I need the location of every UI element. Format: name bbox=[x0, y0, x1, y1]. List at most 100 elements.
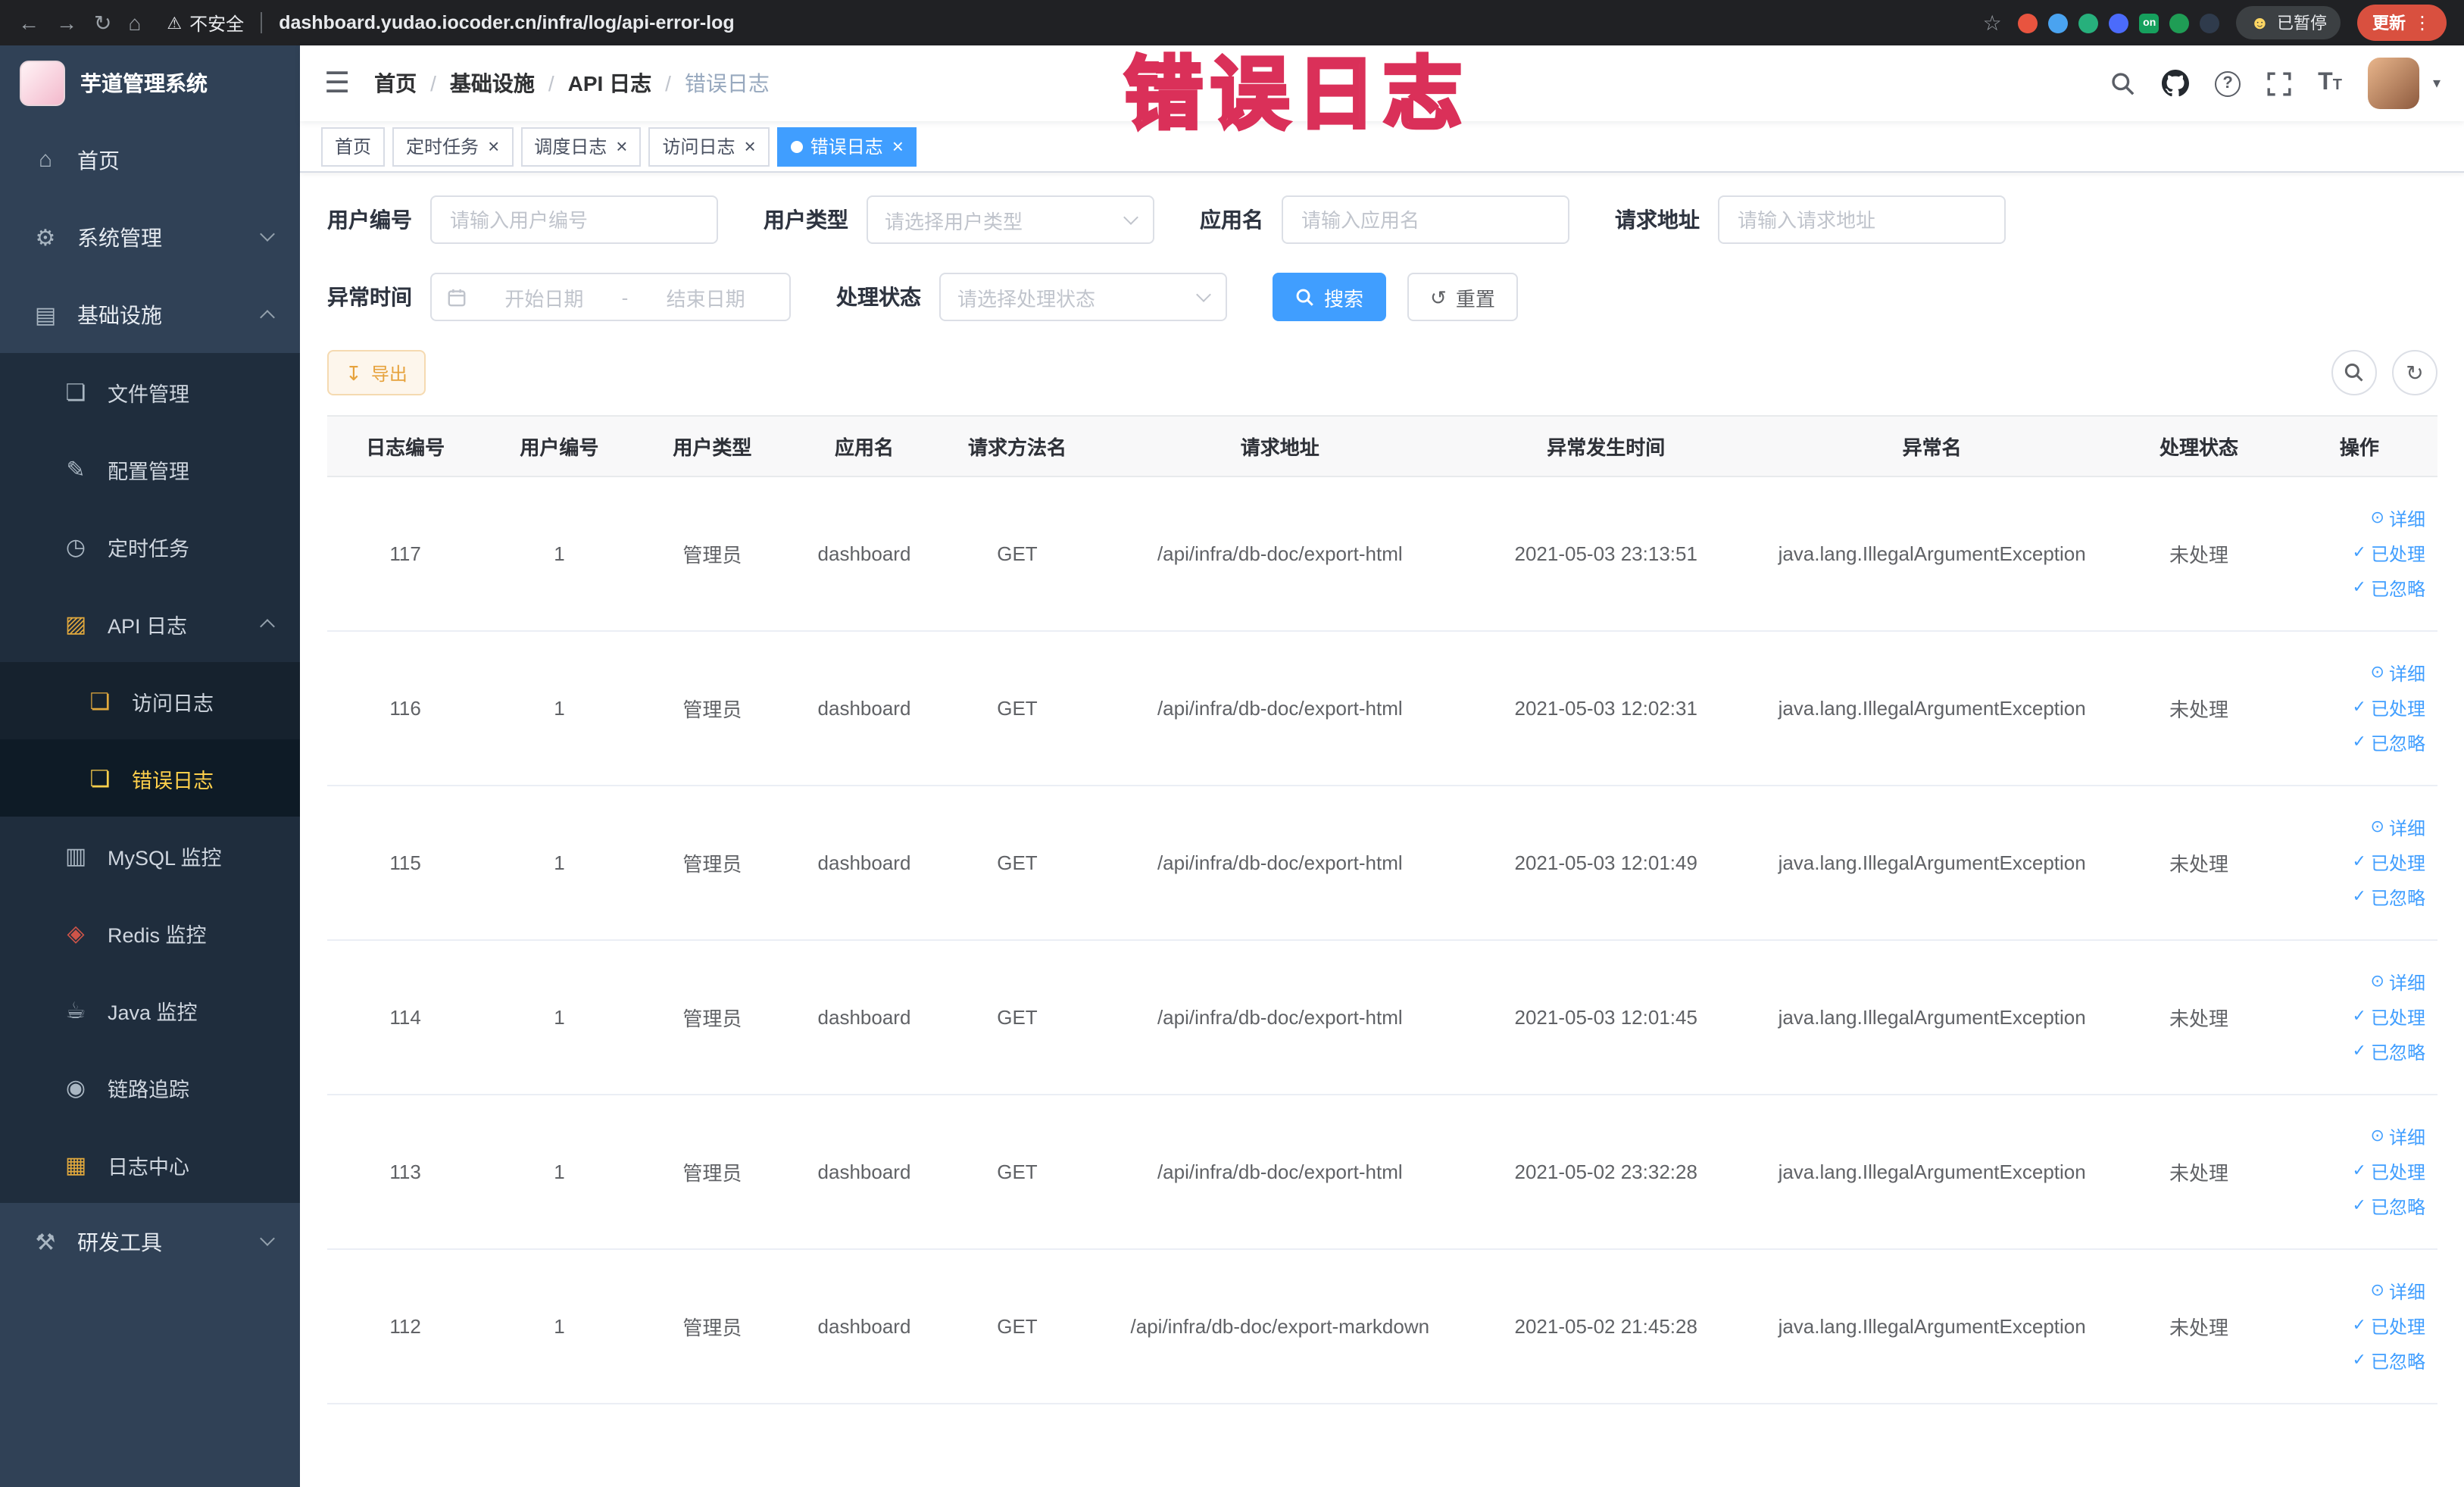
sidebar-item-system[interactable]: ⚙ 系统管理 bbox=[0, 198, 300, 276]
url-text[interactable]: dashboard.yudao.iocoder.cn/infra/log/api… bbox=[279, 12, 734, 33]
refresh-button[interactable]: ↻ bbox=[2392, 350, 2437, 395]
warning-icon: ⚠ bbox=[167, 14, 183, 33]
reset-icon: ↺ bbox=[1430, 286, 1447, 308]
filter-request-url: 请求地址 bbox=[1615, 195, 2006, 244]
export-button[interactable]: ↧ 导出 bbox=[327, 350, 426, 395]
row-action-processed[interactable]: ✓ 已处理 bbox=[2353, 849, 2425, 876]
hamburger-icon[interactable]: ☰ bbox=[324, 69, 350, 98]
close-icon[interactable]: × bbox=[488, 136, 499, 156]
row-action-processed[interactable]: ✓ 已处理 bbox=[2353, 1313, 2425, 1340]
table-cell: 未处理 bbox=[2116, 1095, 2281, 1250]
tab-schedule-log[interactable]: 调度日志 × bbox=[520, 127, 642, 166]
back-icon[interactable]: ← bbox=[18, 12, 39, 33]
sidebar-item-dev-tools[interactable]: ⚒ 研发工具 bbox=[0, 1203, 300, 1280]
tab-cron-task[interactable]: 定时任务 × bbox=[392, 127, 514, 166]
update-button[interactable]: 更新 ⋮ bbox=[2357, 5, 2447, 41]
tab-home[interactable]: 首页 bbox=[321, 127, 386, 166]
extension-icon[interactable] bbox=[2048, 13, 2069, 33]
help-icon[interactable]: ? bbox=[2215, 70, 2241, 96]
row-action-ignore[interactable]: ✓ 已忽略 bbox=[2353, 1193, 2425, 1220]
sidebar-item-mysql-monitor[interactable]: ▥ MySQL 监控 bbox=[0, 817, 300, 894]
filter-user-id: 用户编号 bbox=[327, 195, 718, 244]
sidebar-item-api-log[interactable]: ▨ API 日志 bbox=[0, 585, 300, 662]
font-size-icon[interactable]: TT bbox=[2318, 70, 2342, 95]
extension-icon[interactable]: on bbox=[2139, 13, 2160, 33]
row-action-ignore[interactable]: ✓ 已忽略 bbox=[2353, 729, 2425, 757]
row-action-detail[interactable]: ⊙ 详细 bbox=[2371, 969, 2425, 996]
sidebar-item-error-log[interactable]: ❏ 错误日志 bbox=[0, 739, 300, 817]
reload-icon[interactable]: ↻ bbox=[94, 12, 111, 33]
search-icon[interactable] bbox=[2110, 70, 2136, 96]
row-action-ignore[interactable]: ✓ 已忽略 bbox=[2353, 884, 2425, 911]
fullscreen-icon[interactable] bbox=[2266, 70, 2292, 96]
chevron-down-icon bbox=[1123, 209, 1138, 224]
row-action-detail[interactable]: ⊙ 详细 bbox=[2371, 505, 2425, 533]
breadcrumb-item-home[interactable]: 首页 bbox=[374, 68, 417, 98]
request-url-input[interactable] bbox=[1718, 195, 2006, 244]
reset-button[interactable]: ↺ 重置 bbox=[1407, 273, 1518, 321]
coffee-icon: ☕ bbox=[65, 998, 86, 1023]
sidebar-item-log-center[interactable]: ▦ 日志中心 bbox=[0, 1126, 300, 1203]
tab-error-log[interactable]: 错误日志 × bbox=[776, 127, 917, 166]
row-action-processed[interactable]: ✓ 已处理 bbox=[2353, 1158, 2425, 1186]
user-id-input[interactable] bbox=[430, 195, 718, 244]
breadcrumb-item-infra[interactable]: 基础设施 bbox=[450, 68, 535, 98]
table-cell: 管理员 bbox=[635, 1095, 790, 1250]
row-action-ignore[interactable]: ✓ 已忽略 bbox=[2353, 1039, 2425, 1066]
sidebar-item-access-log[interactable]: ❏ 访问日志 bbox=[0, 662, 300, 739]
security-chip[interactable]: ⚠ 不安全 bbox=[167, 10, 244, 36]
extension-icon[interactable] bbox=[2169, 13, 2190, 33]
user-avatar[interactable] bbox=[2367, 58, 2419, 109]
search-toggle-button[interactable] bbox=[2331, 350, 2377, 395]
breadcrumb-item-api-log[interactable]: API 日志 bbox=[568, 68, 651, 98]
tab-access-log[interactable]: 访问日志 × bbox=[648, 127, 770, 166]
row-action-processed[interactable]: ✓ 已处理 bbox=[2353, 540, 2425, 567]
row-action-processed[interactable]: ✓ 已处理 bbox=[2353, 1004, 2425, 1031]
browser-menu-icon[interactable]: ⋮ bbox=[2413, 12, 2431, 33]
extension-icon[interactable] bbox=[2018, 13, 2038, 33]
extension-icon[interactable] bbox=[2200, 13, 2220, 33]
bookmark-star-icon[interactable]: ☆ bbox=[1983, 12, 2002, 33]
sidebar-item-trace[interactable]: ◉ 链路追踪 bbox=[0, 1048, 300, 1126]
sidebar-item-cron-task[interactable]: ◷ 定时任务 bbox=[0, 508, 300, 585]
search-button[interactable]: 搜索 bbox=[1273, 273, 1387, 321]
filter-label: 应用名 bbox=[1200, 208, 1263, 232]
sidebar-item-infra[interactable]: ▤ 基础设施 bbox=[0, 276, 300, 353]
sidebar-item-redis-monitor[interactable]: ◈ Redis 监控 bbox=[0, 894, 300, 971]
row-action-processed[interactable]: ✓ 已处理 bbox=[2353, 695, 2425, 722]
paused-badge[interactable]: ☻ 已暂停 bbox=[2236, 6, 2341, 39]
row-action-detail[interactable]: ⊙ 详细 bbox=[2371, 1278, 2425, 1305]
app-name-input[interactable] bbox=[1282, 195, 1569, 244]
close-icon[interactable]: × bbox=[892, 136, 904, 156]
tab-label: 首页 bbox=[335, 136, 372, 158]
column-header: 请求地址 bbox=[1095, 415, 1465, 477]
row-action-ignore[interactable]: ✓ 已忽略 bbox=[2353, 575, 2425, 602]
table-cell: 113 bbox=[327, 1095, 484, 1250]
row-action-detail[interactable]: ⊙ 详细 bbox=[2371, 1123, 2425, 1151]
browser-home-icon[interactable]: ⌂ bbox=[128, 12, 141, 33]
extension-icon[interactable] bbox=[2078, 13, 2099, 33]
forward-icon[interactable]: → bbox=[56, 12, 77, 33]
table-cell: /api/infra/db-doc/export-markdown bbox=[1095, 1249, 1465, 1404]
sidebar-item-java-monitor[interactable]: ☕ Java 监控 bbox=[0, 971, 300, 1048]
eye-icon: ⊙ bbox=[2370, 664, 2384, 682]
process-status-select[interactable]: 请选择处理状态 bbox=[939, 273, 1227, 321]
github-icon[interactable] bbox=[2162, 70, 2190, 97]
table-cell: java.lang.IllegalArgumentException bbox=[1747, 940, 2117, 1095]
close-icon[interactable]: × bbox=[745, 136, 756, 156]
row-action-detail[interactable]: ⊙ 详细 bbox=[2371, 814, 2425, 842]
row-action-detail[interactable]: ⊙ 详细 bbox=[2371, 660, 2425, 687]
app-logo[interactable]: 芋道管理系统 bbox=[0, 45, 300, 121]
sidebar-item-config-manage[interactable]: ✎ 配置管理 bbox=[0, 430, 300, 508]
table-cell: /api/infra/db-doc/export-html bbox=[1095, 631, 1465, 786]
close-icon[interactable]: × bbox=[616, 136, 627, 156]
sidebar-item-home[interactable]: ⌂ 首页 bbox=[0, 121, 300, 198]
avatar-caret-icon[interactable]: ▾ bbox=[2433, 75, 2441, 92]
row-action-ignore[interactable]: ✓ 已忽略 bbox=[2353, 1348, 2425, 1375]
date-range-picker[interactable]: 开始日期 - 结束日期 bbox=[430, 273, 791, 321]
table-cell: GET bbox=[938, 631, 1096, 786]
extension-icon[interactable] bbox=[2109, 13, 2129, 33]
sidebar-item-file-manage[interactable]: ❏ 文件管理 bbox=[0, 353, 300, 430]
filter-buttons: 搜索 bbox=[1273, 273, 1387, 321]
user-type-select[interactable]: 请选择用户类型 bbox=[867, 195, 1154, 244]
